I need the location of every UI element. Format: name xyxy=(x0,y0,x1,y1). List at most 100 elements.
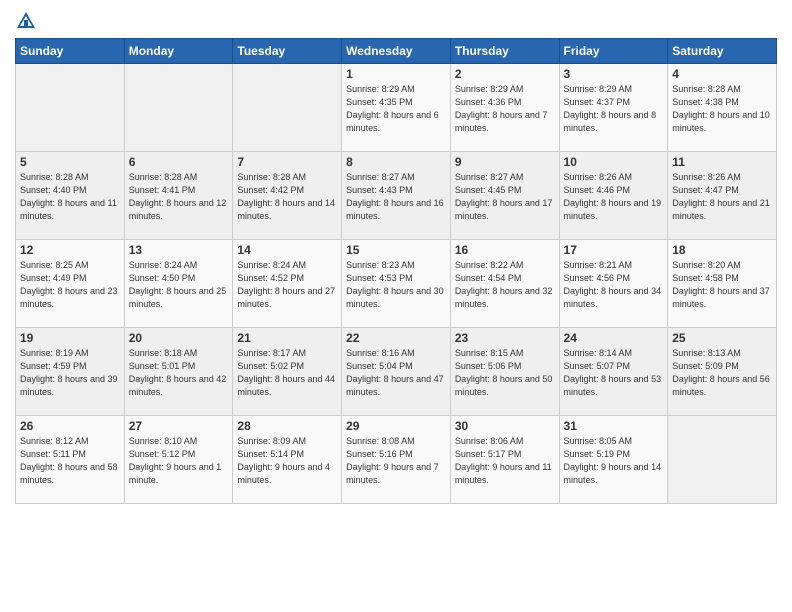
day-cell-16: 16 Sunrise: 8:22 AM Sunset: 4:54 PM Dayli… xyxy=(450,240,559,328)
day-number: 31 xyxy=(564,419,664,433)
day-number: 2 xyxy=(455,67,555,81)
day-info: Sunrise: 8:21 AM Sunset: 4:56 PM Dayligh… xyxy=(564,259,664,311)
day-info: Sunrise: 8:05 AM Sunset: 5:19 PM Dayligh… xyxy=(564,435,664,487)
day-info: Sunrise: 8:29 AM Sunset: 4:35 PM Dayligh… xyxy=(346,83,446,135)
weekday-monday: Monday xyxy=(124,39,233,64)
day-number: 29 xyxy=(346,419,446,433)
day-info: Sunrise: 8:27 AM Sunset: 4:45 PM Dayligh… xyxy=(455,171,555,223)
day-info: Sunrise: 8:28 AM Sunset: 4:40 PM Dayligh… xyxy=(20,171,120,223)
day-info: Sunrise: 8:29 AM Sunset: 4:36 PM Dayligh… xyxy=(455,83,555,135)
day-number: 16 xyxy=(455,243,555,257)
day-info: Sunrise: 8:24 AM Sunset: 4:50 PM Dayligh… xyxy=(129,259,229,311)
day-info: Sunrise: 8:28 AM Sunset: 4:42 PM Dayligh… xyxy=(237,171,337,223)
day-info: Sunrise: 8:09 AM Sunset: 5:14 PM Dayligh… xyxy=(237,435,337,487)
day-number: 22 xyxy=(346,331,446,345)
day-number: 12 xyxy=(20,243,120,257)
day-cell-20: 20 Sunrise: 8:18 AM Sunset: 5:01 PM Dayli… xyxy=(124,328,233,416)
day-number: 24 xyxy=(564,331,664,345)
day-info: Sunrise: 8:06 AM Sunset: 5:17 PM Dayligh… xyxy=(455,435,555,487)
week-row-1: 5 Sunrise: 8:28 AM Sunset: 4:40 PM Daylig… xyxy=(16,152,777,240)
day-number: 11 xyxy=(672,155,772,169)
weekday-tuesday: Tuesday xyxy=(233,39,342,64)
weekday-friday: Friday xyxy=(559,39,668,64)
day-number: 17 xyxy=(564,243,664,257)
day-cell-30: 30 Sunrise: 8:06 AM Sunset: 5:17 PM Dayli… xyxy=(450,416,559,504)
day-cell-11: 11 Sunrise: 8:26 AM Sunset: 4:47 PM Dayli… xyxy=(668,152,777,240)
weekday-wednesday: Wednesday xyxy=(342,39,451,64)
day-cell-29: 29 Sunrise: 8:08 AM Sunset: 5:16 PM Dayli… xyxy=(342,416,451,504)
day-cell-8: 8 Sunrise: 8:27 AM Sunset: 4:43 PM Daylig… xyxy=(342,152,451,240)
empty-cell xyxy=(668,416,777,504)
day-cell-15: 15 Sunrise: 8:23 AM Sunset: 4:53 PM Dayli… xyxy=(342,240,451,328)
week-row-0: 1 Sunrise: 8:29 AM Sunset: 4:35 PM Daylig… xyxy=(16,64,777,152)
logo xyxy=(15,10,40,32)
day-number: 26 xyxy=(20,419,120,433)
day-info: Sunrise: 8:23 AM Sunset: 4:53 PM Dayligh… xyxy=(346,259,446,311)
day-info: Sunrise: 8:15 AM Sunset: 5:06 PM Dayligh… xyxy=(455,347,555,399)
day-cell-28: 28 Sunrise: 8:09 AM Sunset: 5:14 PM Dayli… xyxy=(233,416,342,504)
day-cell-13: 13Sunrise: 8:24 AM Sunset: 4:50 PM Dayli… xyxy=(124,240,233,328)
weekday-thursday: Thursday xyxy=(450,39,559,64)
day-info: Sunrise: 8:19 AM Sunset: 4:59 PM Dayligh… xyxy=(20,347,120,399)
day-info: Sunrise: 8:29 AM Sunset: 4:37 PM Dayligh… xyxy=(564,83,664,135)
day-cell-9: 9 Sunrise: 8:27 AM Sunset: 4:45 PM Daylig… xyxy=(450,152,559,240)
day-info: Sunrise: 8:25 AM Sunset: 4:49 PM Dayligh… xyxy=(20,259,120,311)
day-info: Sunrise: 8:18 AM Sunset: 5:01 PM Dayligh… xyxy=(129,347,229,399)
day-info: Sunrise: 8:10 AM Sunset: 5:12 PM Dayligh… xyxy=(129,435,229,487)
day-info: Sunrise: 8:28 AM Sunset: 4:38 PM Dayligh… xyxy=(672,83,772,135)
day-cell-17: 17 Sunrise: 8:21 AM Sunset: 4:56 PM Dayli… xyxy=(559,240,668,328)
day-cell-21: 21Sunrise: 8:17 AM Sunset: 5:02 PM Dayli… xyxy=(233,328,342,416)
day-cell-2: 2 Sunrise: 8:29 AM Sunset: 4:36 PM Daylig… xyxy=(450,64,559,152)
day-info: Sunrise: 8:26 AM Sunset: 4:46 PM Dayligh… xyxy=(564,171,664,223)
day-cell-3: 3Sunrise: 8:29 AM Sunset: 4:37 PM Daylig… xyxy=(559,64,668,152)
day-number: 9 xyxy=(455,155,555,169)
day-number: 5 xyxy=(20,155,120,169)
day-number: 4 xyxy=(672,67,772,81)
day-cell-27: 27Sunrise: 8:10 AM Sunset: 5:12 PM Dayli… xyxy=(124,416,233,504)
day-info: Sunrise: 8:28 AM Sunset: 4:41 PM Dayligh… xyxy=(129,171,229,223)
day-cell-24: 24Sunrise: 8:14 AM Sunset: 5:07 PM Dayli… xyxy=(559,328,668,416)
day-cell-31: 31 Sunrise: 8:05 AM Sunset: 5:19 PM Dayli… xyxy=(559,416,668,504)
day-cell-22: 22 Sunrise: 8:16 AM Sunset: 5:04 PM Dayli… xyxy=(342,328,451,416)
day-number: 28 xyxy=(237,419,337,433)
day-info: Sunrise: 8:16 AM Sunset: 5:04 PM Dayligh… xyxy=(346,347,446,399)
weekday-sunday: Sunday xyxy=(16,39,125,64)
day-info: Sunrise: 8:17 AM Sunset: 5:02 PM Dayligh… xyxy=(237,347,337,399)
day-number: 7 xyxy=(237,155,337,169)
empty-cell xyxy=(124,64,233,152)
day-number: 6 xyxy=(129,155,229,169)
week-row-2: 12 Sunrise: 8:25 AM Sunset: 4:49 PM Dayli… xyxy=(16,240,777,328)
day-info: Sunrise: 8:08 AM Sunset: 5:16 PM Dayligh… xyxy=(346,435,446,487)
logo-icon xyxy=(15,10,37,32)
day-number: 8 xyxy=(346,155,446,169)
day-info: Sunrise: 8:12 AM Sunset: 5:11 PM Dayligh… xyxy=(20,435,120,487)
day-number: 19 xyxy=(20,331,120,345)
day-cell-7: 7 Sunrise: 8:28 AM Sunset: 4:42 PM Daylig… xyxy=(233,152,342,240)
day-number: 23 xyxy=(455,331,555,345)
day-number: 30 xyxy=(455,419,555,433)
day-number: 15 xyxy=(346,243,446,257)
day-cell-25: 25Sunrise: 8:13 AM Sunset: 5:09 PM Dayli… xyxy=(668,328,777,416)
day-info: Sunrise: 8:26 AM Sunset: 4:47 PM Dayligh… xyxy=(672,171,772,223)
day-cell-1: 1 Sunrise: 8:29 AM Sunset: 4:35 PM Daylig… xyxy=(342,64,451,152)
empty-cell xyxy=(16,64,125,152)
week-row-3: 19 Sunrise: 8:19 AM Sunset: 4:59 PM Dayli… xyxy=(16,328,777,416)
weekday-header-row: SundayMondayTuesdayWednesdayThursdayFrid… xyxy=(16,39,777,64)
day-info: Sunrise: 8:13 AM Sunset: 5:09 PM Dayligh… xyxy=(672,347,772,399)
day-info: Sunrise: 8:22 AM Sunset: 4:54 PM Dayligh… xyxy=(455,259,555,311)
page-header xyxy=(15,10,777,32)
day-cell-18: 18Sunrise: 8:20 AM Sunset: 4:58 PM Dayli… xyxy=(668,240,777,328)
day-info: Sunrise: 8:27 AM Sunset: 4:43 PM Dayligh… xyxy=(346,171,446,223)
day-cell-23: 23 Sunrise: 8:15 AM Sunset: 5:06 PM Dayli… xyxy=(450,328,559,416)
day-cell-6: 6 Sunrise: 8:28 AM Sunset: 4:41 PM Daylig… xyxy=(124,152,233,240)
day-cell-4: 4 Sunrise: 8:28 AM Sunset: 4:38 PM Daylig… xyxy=(668,64,777,152)
weekday-saturday: Saturday xyxy=(668,39,777,64)
empty-cell xyxy=(233,64,342,152)
day-cell-12: 12 Sunrise: 8:25 AM Sunset: 4:49 PM Dayli… xyxy=(16,240,125,328)
day-number: 18 xyxy=(672,243,772,257)
day-number: 1 xyxy=(346,67,446,81)
day-cell-26: 26 Sunrise: 8:12 AM Sunset: 5:11 PM Dayli… xyxy=(16,416,125,504)
day-number: 14 xyxy=(237,243,337,257)
day-cell-5: 5 Sunrise: 8:28 AM Sunset: 4:40 PM Daylig… xyxy=(16,152,125,240)
day-number: 20 xyxy=(129,331,229,345)
